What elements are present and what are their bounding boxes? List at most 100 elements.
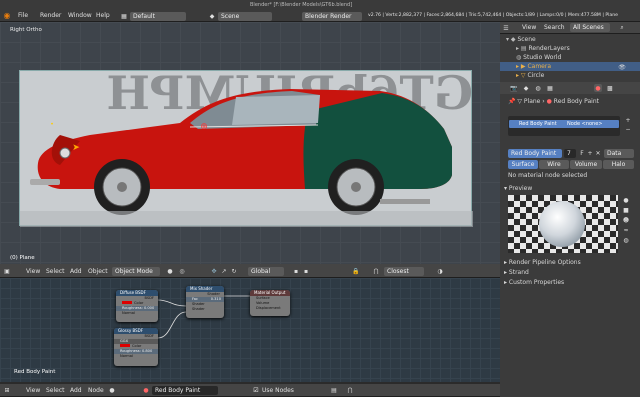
use-nodes-checkbox-icon[interactable]: ☑ <box>252 386 260 394</box>
panel-strand[interactable]: ▸ Strand <box>504 269 529 277</box>
add-slot-icon[interactable]: + <box>624 116 632 124</box>
node-menu-view[interactable]: View <box>26 386 40 395</box>
outliner-item-circle[interactable]: ▸ ▽ Circle <box>516 72 544 80</box>
outliner-item-scene[interactable]: ▾ ◆ Scene <box>506 36 536 44</box>
glossy-bsdf-node[interactable]: Glossy BSDF BSDF GGX Color Roughness: 0.… <box>114 328 158 366</box>
link-data-selector[interactable]: Data <box>604 149 634 158</box>
diffuse-bsdf-node[interactable]: Diffuse BSDF BSDF Color Roughness: 0.000… <box>116 290 158 322</box>
outliner-row-camera[interactable]: ▸ ▶ Camera 👁 <box>500 62 640 71</box>
snap-icon[interactable]: ⋂ <box>346 386 354 394</box>
search-icon[interactable]: ⌕ <box>618 24 626 32</box>
object-tab-icon[interactable]: ▦ <box>546 84 554 92</box>
viewport-header: ▣ View Select Add Object Object Mode ● ◎… <box>0 264 500 278</box>
menu-window[interactable]: Window <box>68 11 92 20</box>
menu-render[interactable]: Render <box>40 11 61 20</box>
node-menu-add[interactable]: Add <box>70 386 82 395</box>
editor-type-node-icon[interactable]: ⊞ <box>3 386 11 394</box>
menu-help[interactable]: Help <box>96 11 110 20</box>
3d-viewport[interactable]: Right Ortho (0) Plane GT6bRIUMPH ⊕ • ➤ <box>0 22 500 264</box>
layers-icon-2[interactable]: ▪ <box>302 267 310 275</box>
node-editor[interactable]: Diffuse BSDF BSDF Color Roughness: 0.000… <box>0 278 500 382</box>
pivot-icon[interactable]: ◎ <box>178 267 186 275</box>
blender-logo-icon[interactable]: ◉ <box>3 11 11 20</box>
preview-hair-icon[interactable]: ≈ <box>622 226 630 234</box>
no-node-message: No material node selected <box>508 172 588 179</box>
material-sphere-icon[interactable]: ● <box>142 386 150 394</box>
pin-icon: 📌 ▽ <box>508 98 524 105</box>
fake-user-icon[interactable]: F <box>578 149 586 157</box>
translate-icon[interactable]: ↗ <box>220 267 228 275</box>
orientation-selector[interactable]: Global <box>248 267 284 276</box>
visibility-icon[interactable]: 👁 <box>618 63 626 71</box>
render-preview-icon[interactable]: ◑ <box>436 267 444 275</box>
outliner-menu-view[interactable]: View <box>522 23 536 32</box>
outliner-menu-search[interactable]: Search <box>544 23 565 32</box>
texture-tab-icon[interactable]: ▩ <box>606 84 614 92</box>
origin-icon: • <box>50 120 54 128</box>
outliner-filter-selector[interactable]: All Scenes <box>570 23 610 32</box>
menu-file[interactable]: File <box>18 11 28 20</box>
preview-world-icon[interactable]: ◍ <box>622 236 630 244</box>
view-name-label: Right Ortho <box>10 27 42 33</box>
node-menu-select[interactable]: Select <box>46 386 65 395</box>
use-nodes-label[interactable]: Use Nodes <box>262 386 294 395</box>
preview-sphere-icon[interactable]: ● <box>622 196 630 204</box>
top-info-bar: Blender* [F:\Blender Models\GT6b.blend] … <box>0 0 640 22</box>
node-menu-node[interactable]: Node <box>88 386 104 395</box>
material-slot-row[interactable]: Red Body Paint Node <none> <box>509 120 619 128</box>
unlink-icon[interactable]: ✕ <box>594 149 602 157</box>
screen-layout-selector[interactable]: Default <box>130 12 186 21</box>
backdrop-icon[interactable]: ▤ <box>330 386 338 394</box>
magnet-icon[interactable]: ⋂ <box>372 267 380 275</box>
material-slot-name: Red Body Paint <box>519 121 557 127</box>
material-output-node[interactable]: Material Output Surface Volume Displacem… <box>250 290 290 316</box>
tab-surface[interactable]: Surface <box>508 160 538 169</box>
node-material-label: Red Body Paint <box>14 369 56 375</box>
material-slot-node: Node <none> <box>567 121 603 127</box>
material-icon: ● <box>546 98 552 105</box>
viewport-menu-object[interactable]: Object <box>88 267 108 276</box>
panel-render-pipeline[interactable]: ▸ Render Pipeline Options <box>504 259 581 267</box>
screen-layout-icon[interactable]: ▦ <box>120 12 128 20</box>
tab-volume[interactable]: Volume <box>570 160 602 169</box>
material-slot-list[interactable]: Red Body Paint Node <none> <box>508 116 620 136</box>
shader-type-icon[interactable]: ● <box>108 386 116 394</box>
mix-shader-node[interactable]: Mix Shader Shader Fac 0.310 Shader Shade… <box>186 286 224 318</box>
editor-type-outliner-icon[interactable]: ☰ <box>502 24 510 32</box>
outliner-item-world[interactable]: ◍ Studio World <box>516 54 561 62</box>
viewport-menu-select[interactable]: Select <box>46 267 65 276</box>
shading-solid-icon[interactable]: ● <box>166 267 174 275</box>
car-reference-image: GT6bRIUMPH <box>20 71 473 227</box>
mode-selector[interactable]: Object Mode <box>112 267 160 276</box>
preview-monkey-icon[interactable]: ☻ <box>622 216 630 224</box>
preview-cube-icon[interactable]: ■ <box>622 206 630 214</box>
rotate-icon[interactable]: ↻ <box>230 267 238 275</box>
world-tab-icon[interactable]: ◍ <box>534 84 542 92</box>
material-datablock-field[interactable]: Red Body Paint <box>508 149 562 158</box>
material-tab-icon[interactable]: ● <box>594 84 602 92</box>
viewport-menu-view[interactable]: View <box>26 267 40 276</box>
panel-custom-properties[interactable]: ▸ Custom Properties <box>504 279 564 287</box>
scene-selector[interactable]: Scene <box>218 12 272 21</box>
tab-halo[interactable]: Halo <box>603 160 634 169</box>
viewport-menu-add[interactable]: Add <box>70 267 82 276</box>
lock-icon[interactable]: 🔒 <box>352 267 360 275</box>
new-material-icon[interactable]: + <box>586 149 594 157</box>
outliner-item-renderlayers[interactable]: ▸ ▤ RenderLayers <box>516 45 570 53</box>
node-material-selector[interactable]: Red Body Paint <box>152 386 218 395</box>
scene-tab-icon[interactable]: ◆ <box>522 84 530 92</box>
remove-slot-icon[interactable]: − <box>624 125 632 133</box>
scene-icon: ▾ ◆ <box>506 36 518 43</box>
3d-cursor-icon[interactable]: ⊕ <box>200 122 208 132</box>
transform-arrow-icon[interactable]: ➤ <box>72 143 80 153</box>
render-tab-icon[interactable]: 📷 <box>510 84 518 92</box>
preview-panel-header[interactable]: ▾ Preview <box>504 185 532 193</box>
render-engine-selector[interactable]: Blender Render <box>302 12 362 21</box>
manipulator-icon[interactable]: ✥ <box>210 267 218 275</box>
material-users-count: 7 <box>564 149 576 158</box>
tab-wire[interactable]: Wire <box>539 160 569 169</box>
scene-icon[interactable]: ◆ <box>208 12 216 20</box>
snap-target-selector[interactable]: Closest <box>384 267 424 276</box>
layers-icon[interactable]: ▪ <box>292 267 300 275</box>
editor-type-3d-icon[interactable]: ▣ <box>3 267 11 275</box>
